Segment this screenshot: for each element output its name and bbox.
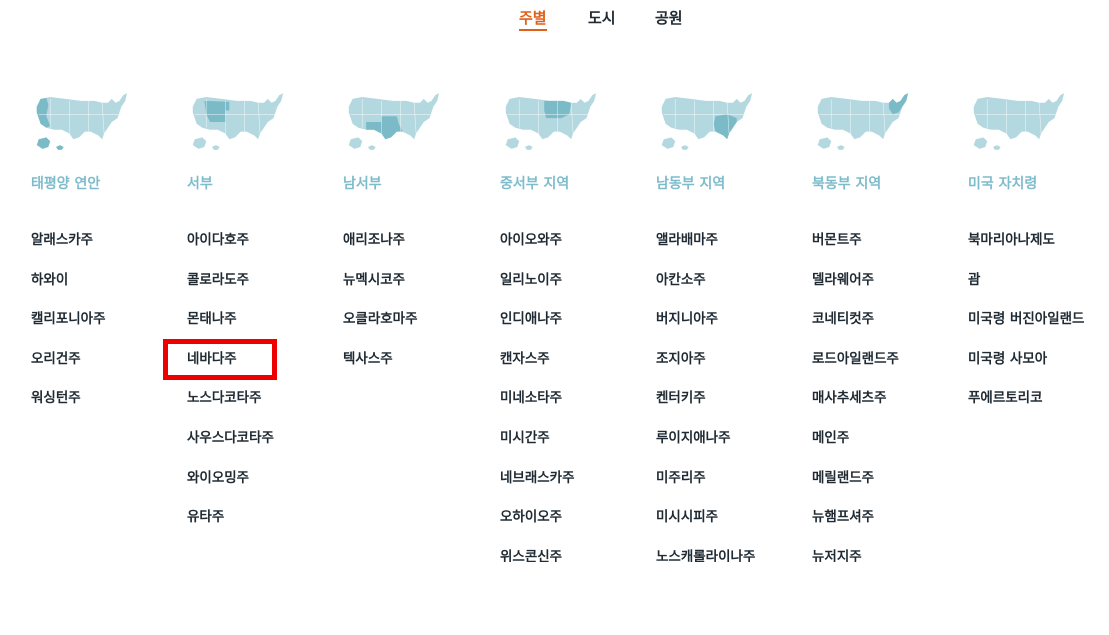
- state-link[interactable]: 몬태나주: [187, 310, 337, 350]
- region-column-pacific: 태평양 연안알래스카주 하와이 캘리포니아주 오리건주 워싱턴주: [31, 88, 181, 429]
- region-title-midwest[interactable]: 중서부 지역: [500, 174, 650, 194]
- region-title-west[interactable]: 서부: [187, 174, 337, 194]
- state-link[interactable]: 켄터키주: [656, 389, 806, 429]
- state-link[interactable]: 메인주: [812, 429, 962, 469]
- state-link[interactable]: 네바다주: [187, 350, 337, 390]
- state-link[interactable]: 미주리주: [656, 469, 806, 509]
- state-link[interactable]: 알래스카주: [31, 231, 181, 271]
- state-list: 앨라배마주 아칸소주 버지니아주 조지아주 켄터키주 루이지애나주 미주리주 미시시피주 노스캐…: [656, 231, 806, 562]
- state-list: 아이오와주 일리노이주 인디애나주 캔자스주 미네소타주 미시간주 네브래스카주 오하이오주 위…: [500, 231, 650, 562]
- us-map-northeast-icon: [817, 93, 909, 150]
- state-link[interactable]: 캘리포니아주: [31, 310, 181, 350]
- us-map-west-icon: [192, 93, 284, 150]
- state-link[interactable]: 위스콘신주: [500, 548, 650, 562]
- state-link[interactable]: 아이오와주: [500, 231, 650, 271]
- state-list: 알래스카주 하와이 캘리포니아주 오리건주 워싱턴주: [31, 231, 181, 429]
- us-map-southeast-icon: [661, 93, 753, 150]
- state-link[interactable]: 오하이오주: [500, 508, 650, 548]
- region-column-territories: 미국 자치령북마리아나제도 괌 미국령 버진아일랜드 미국령 사모아 푸에르토리코: [968, 88, 1109, 429]
- tab-cities[interactable]: 도시: [588, 7, 616, 29]
- region-column-midwest: 중서부 지역아이오와주 일리노이주 인디애나주 캔자스주 미네소타주 미시간주 네브래스카주…: [500, 88, 650, 562]
- state-link[interactable]: 아칸소주: [656, 271, 806, 311]
- state-link[interactable]: 인디애나주: [500, 310, 650, 350]
- state-link[interactable]: 미시시피주: [656, 508, 806, 548]
- state-link[interactable]: 뉴멕시코주: [343, 271, 493, 311]
- state-link[interactable]: 텍사스주: [343, 350, 493, 390]
- region-column-west: 서부아이다호주 콜로라도주 몬태나주 네바다주 노스다코타주 사우스다코타주 와이오밍주 유타…: [187, 88, 337, 548]
- us-map-midwest-icon: [505, 93, 597, 150]
- state-link[interactable]: 오클라호마주: [343, 310, 493, 350]
- region-column-southwest: 남서부애리조나주 뉴멕시코주 오클라호마주 텍사스주: [343, 88, 493, 389]
- state-link[interactable]: 델라웨어주: [812, 271, 962, 311]
- page: 주별 도시 공원 태평양 연안 알래스카주 하와이 캘리포니아주 오리건주 워싱턴주 서부 아…: [0, 0, 1109, 635]
- state-link[interactable]: 코네티컷주: [812, 310, 962, 350]
- state-list: 애리조나주 뉴멕시코주 오클라호마주 텍사스주: [343, 231, 493, 389]
- state-link[interactable]: 조지아주: [656, 350, 806, 390]
- state-link[interactable]: 메릴랜드주: [812, 469, 962, 509]
- state-list: 버몬트주 델라웨어주 코네티컷주 로드아일랜드주 매사추세츠주 메인주 메릴랜드주 뉴햄프셔주…: [812, 231, 962, 562]
- us-map-pacific-icon: [36, 93, 128, 150]
- state-link[interactable]: 오리건주: [31, 350, 181, 390]
- regions-grid: 태평양 연안 알래스카주 하와이 캘리포니아주 오리건주 워싱턴주 서부 아이다호주 콜로라도주…: [31, 88, 1109, 562]
- us-map-southwest-icon: [348, 93, 440, 150]
- region-column-northeast: 북동부 지역버몬트주 델라웨어주 코네티컷주 로드아일랜드주 매사추세츠주 메인주 메릴랜드…: [812, 88, 962, 562]
- state-link[interactable]: 네브래스카주: [500, 469, 650, 509]
- state-link[interactable]: 캔자스주: [500, 350, 650, 390]
- state-link[interactable]: 애리조나주: [343, 231, 493, 271]
- region-title-southwest[interactable]: 남서부: [343, 174, 493, 194]
- state-link[interactable]: 하와이: [31, 271, 181, 311]
- state-link[interactable]: 미네소타주: [500, 389, 650, 429]
- state-link[interactable]: 매사추세츠주: [812, 389, 962, 429]
- region-title-southeast[interactable]: 남동부 지역: [656, 174, 806, 194]
- state-link[interactable]: 미시간주: [500, 429, 650, 469]
- state-link[interactable]: 괌: [968, 271, 1109, 311]
- category-tabs: 주별 도시 공원: [0, 7, 1109, 33]
- state-link[interactable]: 버지니아주: [656, 310, 806, 350]
- state-link[interactable]: 뉴저지주: [812, 548, 962, 562]
- state-link[interactable]: 사우스다코타주: [187, 429, 337, 469]
- us-map-territories-icon: [973, 93, 1065, 150]
- state-link[interactable]: 미국령 사모아: [968, 350, 1109, 390]
- state-link[interactable]: 북마리아나제도: [968, 231, 1109, 271]
- region-title-territories[interactable]: 미국 자치령: [968, 174, 1109, 194]
- region-title-pacific[interactable]: 태평양 연안: [31, 174, 181, 194]
- state-link[interactable]: 와이오밍주: [187, 469, 337, 509]
- region-title-northeast[interactable]: 북동부 지역: [812, 174, 962, 194]
- state-list: 북마리아나제도 괌 미국령 버진아일랜드 미국령 사모아 푸에르토리코: [968, 231, 1109, 429]
- state-link[interactable]: 콜로라도주: [187, 271, 337, 311]
- state-link[interactable]: 노스캐롤라이나주: [656, 548, 806, 562]
- tab-states[interactable]: 주별: [519, 7, 547, 31]
- state-link[interactable]: 앨라배마주: [656, 231, 806, 271]
- state-link[interactable]: 푸에르토리코: [968, 389, 1109, 429]
- state-link[interactable]: 미국령 버진아일랜드: [968, 310, 1109, 350]
- state-link[interactable]: 워싱턴주: [31, 389, 181, 429]
- state-link[interactable]: 버몬트주: [812, 231, 962, 271]
- state-list: 아이다호주 콜로라도주 몬태나주 네바다주 노스다코타주 사우스다코타주 와이오밍주 유타주: [187, 231, 337, 548]
- tab-parks[interactable]: 공원: [655, 7, 683, 29]
- state-link[interactable]: 유타주: [187, 508, 337, 548]
- state-link[interactable]: 뉴햄프셔주: [812, 508, 962, 548]
- state-link[interactable]: 루이지애나주: [656, 429, 806, 469]
- state-link[interactable]: 일리노이주: [500, 271, 650, 311]
- state-link[interactable]: 노스다코타주: [187, 389, 337, 429]
- state-link[interactable]: 로드아일랜드주: [812, 350, 962, 390]
- state-link[interactable]: 아이다호주: [187, 231, 337, 271]
- region-column-southeast: 남동부 지역앨라배마주 아칸소주 버지니아주 조지아주 켄터키주 루이지애나주 미주리주 미시…: [656, 88, 806, 562]
